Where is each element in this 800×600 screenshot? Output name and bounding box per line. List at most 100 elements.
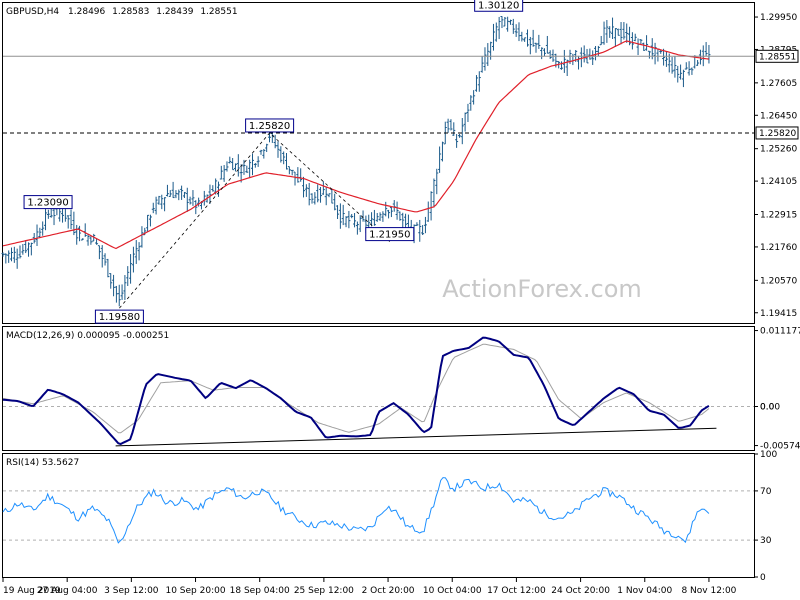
price-bar	[46, 209, 50, 219]
price-bar	[579, 47, 583, 68]
price-bar	[696, 59, 700, 66]
macd-tick-label: 0.011177	[760, 327, 800, 337]
macd-main-line	[2, 336, 710, 446]
price-bar	[378, 212, 382, 221]
price-bar	[704, 42, 708, 56]
price-bar	[126, 266, 130, 286]
price-bar	[160, 194, 164, 210]
price-bar	[202, 190, 206, 206]
price-bar	[211, 185, 215, 192]
price-bar	[338, 203, 342, 229]
price-bar	[619, 22, 623, 45]
price-bar	[594, 46, 598, 61]
price-bar	[188, 196, 192, 205]
price-bar	[287, 166, 291, 175]
price-bar	[477, 71, 481, 92]
price-bar	[591, 50, 595, 66]
price-bar	[134, 240, 138, 264]
price-header: GBPUSD,H4 1.28496 1.28583 1.28439 1.2855…	[6, 7, 238, 17]
price-bar	[146, 214, 150, 232]
price-tick-label: 1.19415	[760, 309, 797, 319]
price-bar	[605, 20, 609, 43]
price-bar	[78, 225, 82, 242]
x-tick-label: 10 Sep 20:00	[165, 586, 225, 596]
price-bar	[100, 245, 104, 268]
price-bar	[435, 168, 439, 195]
price-bar	[129, 254, 133, 284]
price-bar	[61, 206, 65, 223]
price-bar	[233, 163, 237, 172]
price-bar	[392, 200, 396, 212]
price-bar	[418, 219, 422, 242]
price-bar	[613, 28, 617, 47]
price-bar	[89, 235, 93, 245]
low-value: 1.28439	[156, 7, 193, 17]
price-bar	[103, 253, 107, 266]
price-bar	[596, 45, 600, 57]
price-bar	[545, 35, 549, 54]
price-tick-label: 1.22915	[760, 211, 797, 221]
price-bar	[353, 213, 357, 228]
price-bar	[571, 53, 575, 66]
price-bar	[253, 163, 257, 168]
annotation-label: 1.21950	[365, 227, 415, 242]
price-bar	[432, 178, 436, 208]
price-bar	[191, 190, 195, 206]
price-bar	[148, 214, 152, 227]
price-bar	[279, 146, 283, 163]
price-bar	[426, 201, 430, 222]
price-bar	[327, 193, 331, 198]
price-bar	[670, 57, 674, 74]
price-bar	[336, 205, 340, 219]
macd-plot	[2, 336, 754, 447]
price-bar	[480, 56, 484, 73]
price-bar	[446, 118, 450, 133]
price-bar	[250, 153, 254, 176]
price-bar	[180, 185, 184, 200]
price-bar	[69, 209, 73, 230]
price-bar	[174, 190, 178, 199]
annotation-label: 1.19580	[94, 309, 144, 324]
price-bar	[66, 215, 70, 229]
open-value: 1.28496	[68, 7, 105, 17]
price-bar	[80, 238, 84, 241]
price-bar	[231, 157, 235, 171]
price-bar	[645, 35, 649, 51]
price-tag-label: 1.25820	[759, 129, 796, 139]
price-bar	[664, 51, 668, 67]
price-bar	[486, 43, 490, 66]
annotation-text: 1.19580	[99, 312, 140, 323]
price-bar	[4, 253, 8, 264]
price-bar	[372, 209, 376, 226]
price-bar	[316, 184, 320, 203]
price-bar	[528, 36, 532, 55]
price-bar	[358, 215, 362, 233]
price-bar	[548, 50, 552, 59]
price-bar	[225, 161, 229, 172]
price-bar	[333, 193, 337, 211]
price-bar	[228, 156, 232, 164]
price-bar	[10, 247, 14, 262]
price-bar	[452, 122, 456, 136]
price-bar	[219, 165, 223, 180]
price-bar	[330, 189, 334, 204]
price-bar	[611, 17, 615, 40]
price-bar	[517, 22, 521, 42]
price-bar	[137, 242, 141, 261]
price-bar	[27, 242, 31, 257]
rsi-tick-label: 30	[760, 536, 772, 546]
price-bar	[582, 45, 586, 63]
price-bar	[347, 210, 351, 229]
price-bar	[463, 112, 467, 132]
price-bar	[389, 206, 393, 218]
price-bar	[75, 224, 79, 245]
annotation-text: 1.23090	[27, 198, 68, 209]
price-bar	[608, 26, 612, 38]
price-bar	[622, 22, 626, 40]
price-bar	[18, 245, 22, 259]
price-bar	[97, 245, 101, 260]
price-tick-label: 1.27605	[760, 79, 797, 89]
price-bar	[123, 275, 127, 300]
price-bar	[511, 18, 515, 34]
price-bar	[489, 41, 493, 60]
